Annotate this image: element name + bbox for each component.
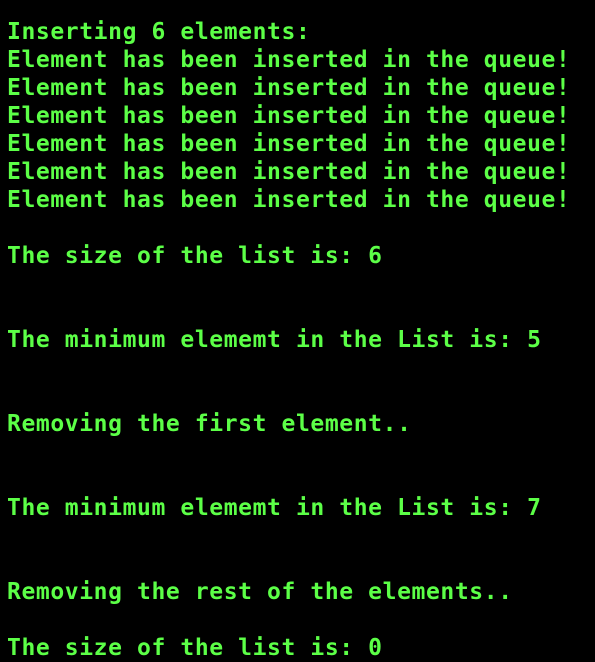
output-line-blank [7,550,595,578]
output-line-remove-rest: Removing the rest of the elements.. [7,579,513,605]
output-line-size: The size of the list is: 0 [7,635,383,661]
output-line-blank [7,270,595,298]
output-line-insert-5: Element has been inserted in the queue! [7,159,571,185]
output-line-insert-6: Element has been inserted in the queue! [7,187,571,213]
output-line-blank [7,298,595,326]
output-line-insert-3: Element has been inserted in the queue! [7,103,571,129]
output-line-insert-1: Element has been inserted in the queue! [7,47,571,73]
output-line-blank [7,382,595,410]
output-line-blank [7,606,595,634]
output-line-minimum: The minimum elememt in the List is: 7 [7,495,542,521]
output-line-blank [7,438,595,466]
output-line-blank [7,354,595,382]
output-line-insert-2: Element has been inserted in the queue! [7,75,571,101]
output-line-header: Inserting 6 elements: [7,19,311,45]
output-line-blank [7,466,595,494]
output-line-blank [7,522,595,550]
output-line-size: The size of the list is: 6 [7,243,383,269]
terminal-window: Inserting 6 elements: Element has been i… [0,0,595,661]
output-line-insert-4: Element has been inserted in the queue! [7,131,571,157]
output-line-minimum: The minimum elememt in the List is: 5 [7,327,542,353]
output-line-remove-first: Removing the first element.. [7,411,412,437]
output-line-blank [7,214,595,242]
